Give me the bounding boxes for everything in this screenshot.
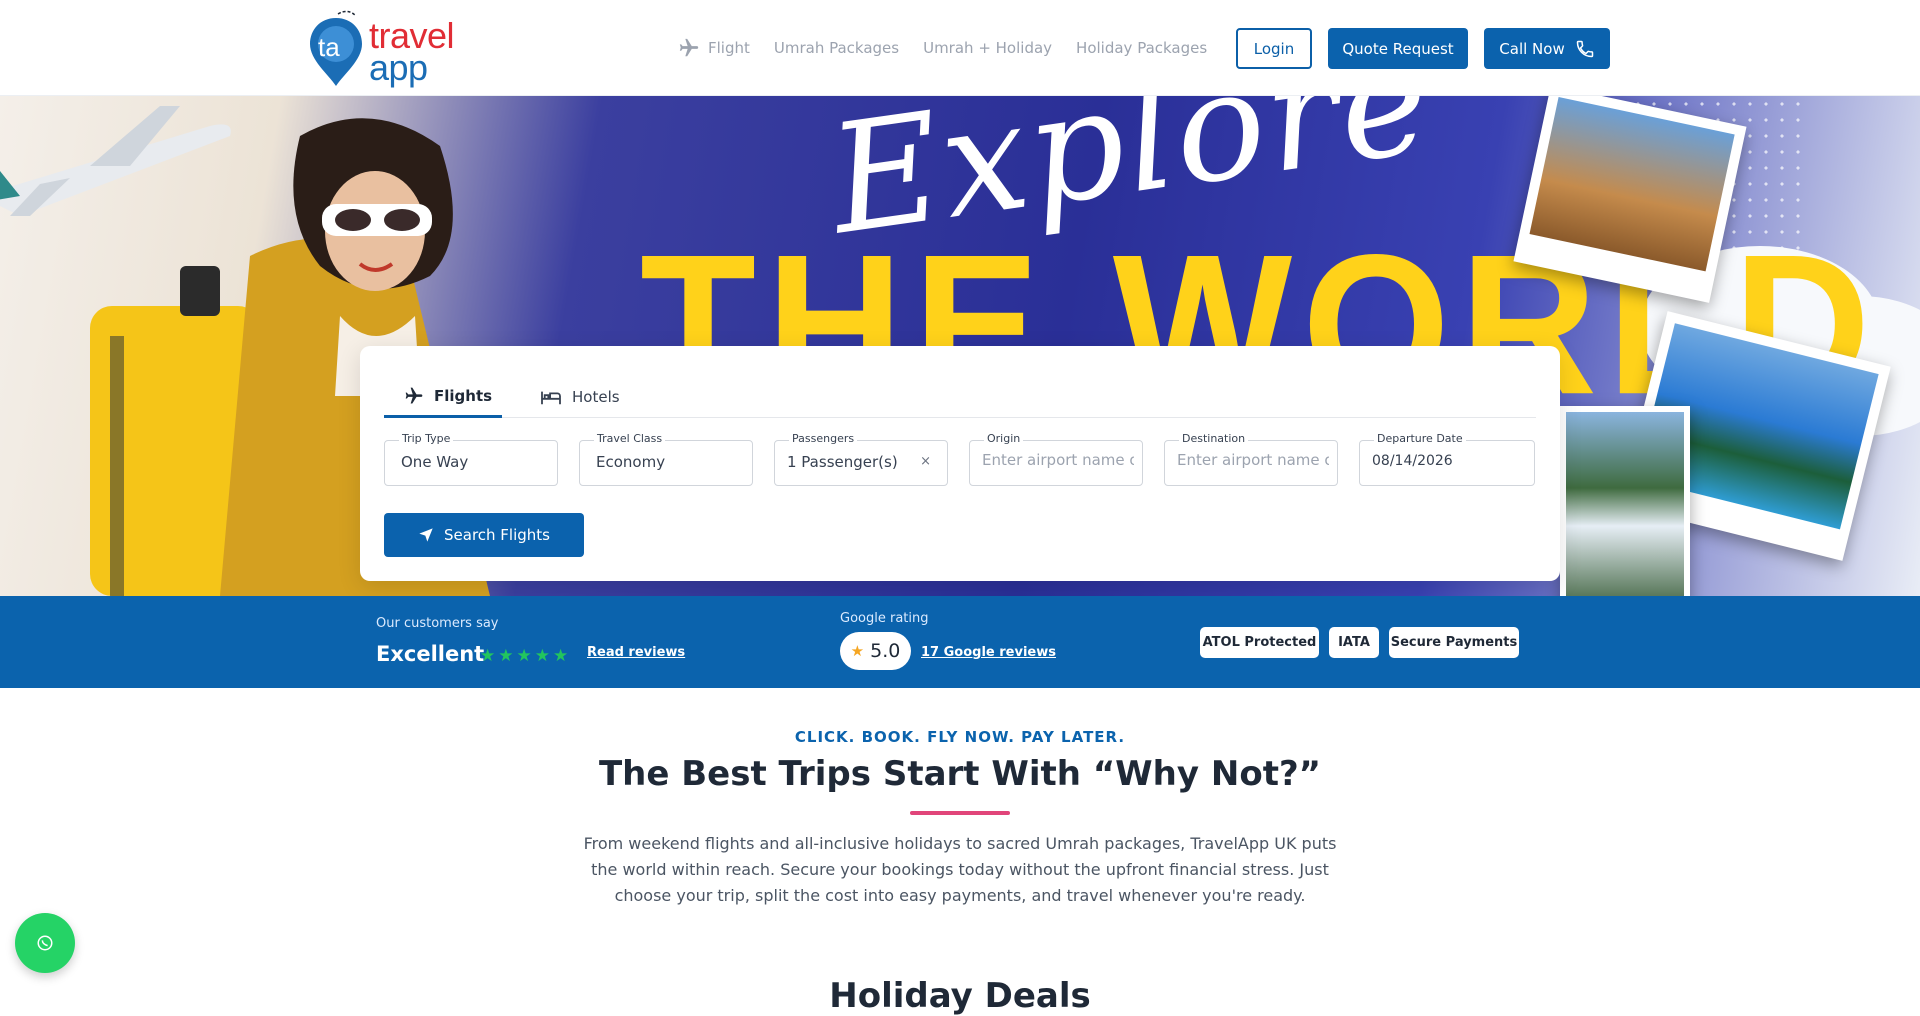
trip-type-label: Trip Type [399,432,454,445]
star-icon: ★ [534,646,550,666]
atol-protected-badge: ATOL Protected [1200,627,1319,658]
nav-label-umrah-holiday: Umrah + Holiday [923,39,1053,57]
secure-payments-badge: Secure Payments [1389,627,1519,658]
nav-item-flight[interactable]: Flight [678,37,750,59]
nav-label-umrah-packages: Umrah Packages [773,39,900,57]
destination-input[interactable] [1177,451,1329,469]
nav-item-holiday-packages[interactable]: Holiday Packages [1076,39,1207,57]
nav-item-umrah-packages[interactable]: Umrah Packages [774,39,899,57]
whatsapp-icon [37,935,53,951]
plane-icon [405,387,423,403]
star-icon: ★ [480,646,496,666]
destination-label: Destination [1179,432,1249,445]
star-icon: ★ [850,642,865,660]
read-reviews-link[interactable]: Read reviews [587,645,685,660]
google-reviews-link[interactable]: 17 Google reviews [921,645,1056,660]
call-now-label: Call Now [1499,39,1565,58]
send-icon [419,528,433,542]
iata-badge: IATA [1329,627,1379,658]
nav-label-flight: Flight [708,39,750,57]
passengers-select[interactable]: Passengers 1 Passenger(s) × [774,432,948,486]
trust-bar: Our customers say Excellent ★ ★ ★ ★ ★ Re… [0,596,1920,688]
nav-label-holiday-packages: Holiday Packages [1076,39,1208,57]
login-button[interactable]: Login [1236,28,1312,69]
section-paragraph: From weekend flights and all-inclusive h… [583,834,1337,905]
destination-field[interactable]: Destination [1164,432,1338,486]
travel-class-label: Travel Class [594,432,666,445]
search-tabs: Flights Hotels [384,376,1536,418]
whatsapp-chat-button[interactable] [15,913,75,973]
section-heading: The Best Trips Start With “Why Not?” [598,754,1322,794]
customers-say-text: Our customers say [376,616,499,631]
travel-class-select[interactable]: Travel Class Economy [579,432,753,486]
quote-request-button[interactable]: Quote Request [1328,28,1468,69]
departure-date-label: Departure Date [1374,432,1466,445]
plane-icon [679,38,699,57]
google-rating-label: Google rating [840,611,929,626]
tab-flights-label: Flights [434,386,493,405]
site-header: ta travel app Flight Umrah Packages Umra… [0,0,1920,96]
logo-monogram: ta [318,32,340,62]
origin-field[interactable]: Origin [969,432,1143,486]
travelapp-logo[interactable]: ta travel app [308,10,478,88]
star-icon: ★ [553,646,569,666]
flight-search-card: Flights Hotels Trip Type One Way Travel … [360,346,1560,581]
heading-underline [910,811,1010,815]
rating-stars: ★ ★ ★ ★ ★ [480,646,571,666]
holiday-deals-heading: Holiday Deals [829,976,1091,1016]
tab-flights[interactable]: Flights [384,376,502,418]
google-rating-badge: ★ 5.0 [840,632,911,670]
travel-class-value: Economy [596,453,666,471]
tab-hotels[interactable]: Hotels [534,376,620,418]
passengers-label: Passengers [789,432,858,445]
trip-type-value: One Way [401,453,469,471]
bed-icon [541,391,561,405]
departure-date-value: 08/14/2026 [1372,453,1453,469]
search-flights-button[interactable]: Search Flights [384,513,584,557]
phone-icon [1576,40,1593,57]
main-nav: Flight Umrah Packages Umrah + Holiday Ho… [678,36,1231,60]
search-flights-label: Search Flights [444,526,550,544]
star-icon: ★ [498,646,514,666]
origin-label: Origin [984,432,1024,445]
logo-wordmark: travel app [369,18,455,88]
call-now-button[interactable]: Call Now [1484,28,1610,69]
star-icon: ★ [516,646,532,666]
nav-item-umrah-holiday[interactable]: Umrah + Holiday [923,39,1052,57]
passengers-value: 1 Passenger(s) [787,453,898,471]
origin-input[interactable] [982,451,1134,469]
excellent-rating-text: Excellent [376,642,485,666]
trip-type-select[interactable]: Trip Type One Way [384,432,558,486]
section-eyebrow: CLICK. BOOK. FLY NOW. PAY LATER. [794,728,1126,746]
google-rating-value: 5.0 [870,640,901,662]
logo-line-app: app [369,47,428,88]
passengers-clear-button[interactable]: × [920,454,931,469]
tab-hotels-label: Hotels [572,388,620,406]
waterfall-photo [1560,406,1690,596]
departure-date-field[interactable]: Departure Date 08/14/2026 [1359,432,1535,486]
